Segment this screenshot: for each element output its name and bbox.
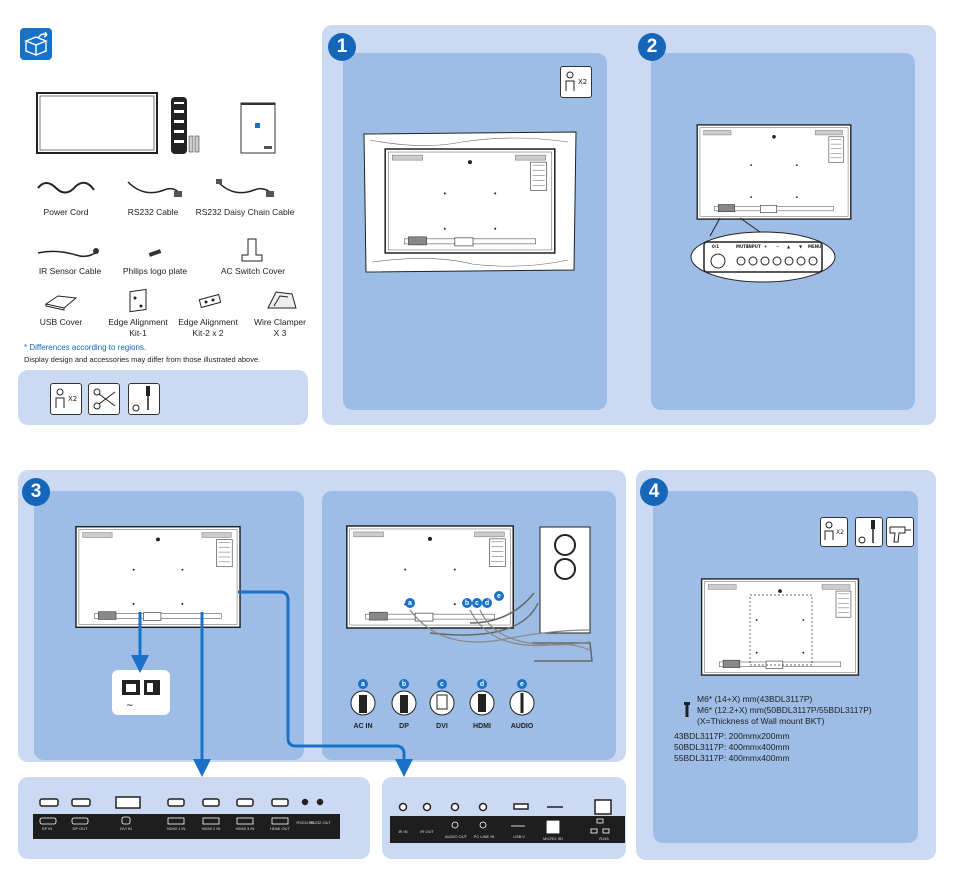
port-icons-left	[39, 796, 324, 825]
port-label: MICRO SD	[543, 836, 563, 841]
screw-spec: M6* (14+X) mm(43BDL3117P)	[697, 694, 813, 704]
port-label: RJ45	[599, 836, 609, 841]
screw-icon	[684, 702, 690, 717]
port-label: AUDIO OUT	[444, 834, 468, 839]
port-label: HDMI 1 IN	[166, 826, 186, 831]
port-label: DP OUT	[72, 826, 88, 831]
vesa-spec: 43BDL3117P: 200mmx200mm	[674, 731, 790, 741]
two-people-icon: X2	[820, 517, 848, 547]
screw-spec: (X=Thickness of Wall mount BKT)	[697, 716, 825, 726]
port-label: PC LINE IN	[473, 834, 495, 839]
display-back-illustration	[700, 578, 860, 676]
port-label: DP IN	[41, 826, 53, 831]
power-drill-icon	[886, 517, 914, 547]
vesa-spec: 55BDL3117P: 400mmx400mm	[674, 753, 790, 763]
port-label: IR IN	[398, 829, 408, 834]
port-label: DVI IN	[120, 826, 132, 831]
port-label: HDMI OUT	[270, 826, 290, 831]
step-number: 4	[640, 478, 668, 506]
port-label: HDMI 3 IN	[235, 826, 255, 831]
port-label: RS232 OUT	[309, 820, 331, 825]
port-icons-right	[398, 799, 612, 834]
port-label: USB 0	[513, 834, 525, 839]
screwdriver-icon	[855, 517, 883, 547]
screw-spec: M6* (12.2+X) mm(50BDL3117P/55BDL3117P)	[697, 705, 872, 715]
vesa-spec: 50BDL3117P: 400mmx400mm	[674, 742, 790, 752]
port-label: IR OUT	[420, 829, 434, 834]
port-label: HDMI 2 IN	[201, 826, 221, 831]
